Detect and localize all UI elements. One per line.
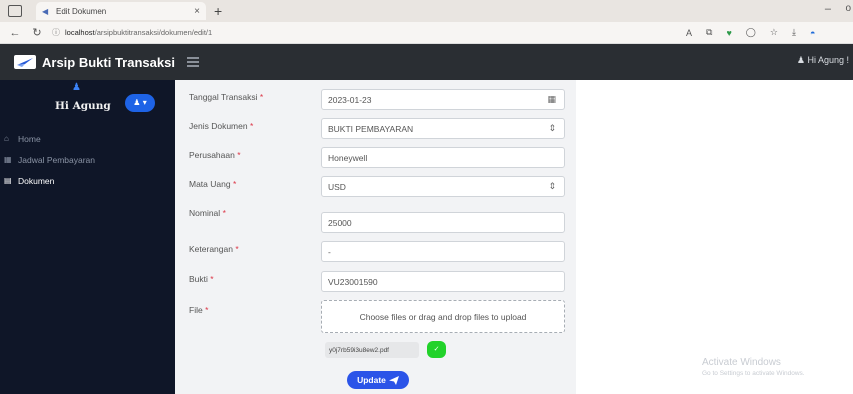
top-navbar: Arsip Bukti Transaksi ♟ Hi Agung !	[0, 44, 853, 80]
uploaded-file-name: y0j7rb59i3u8ew2.pdf	[329, 346, 389, 354]
user-icon: ♟	[796, 55, 805, 65]
site-info-icon[interactable]: ⓘ	[52, 27, 60, 38]
mata-uang-label: Mata Uang *	[189, 179, 237, 189]
main-content: Tanggal Transaksi * 2023-01-23 ▦ Jenis D…	[175, 80, 853, 394]
sidebar-item-home[interactable]: ⌂ Home	[0, 128, 175, 149]
user-menu[interactable]: ♟ Hi Agung !	[797, 55, 849, 66]
bukti-input[interactable]: VU23001590	[321, 271, 565, 292]
browser-tab-bar: ◀ Edit Dokumen × + – o	[0, 0, 853, 22]
send-icon	[388, 375, 399, 385]
tanggal-label: Tanggal Transaksi *	[189, 92, 264, 102]
window-minimize-button[interactable]: –	[825, 3, 831, 15]
file-dropzone[interactable]: Choose files or drag and drop files to u…	[321, 300, 565, 333]
sidebar-profile: ♟ Hi Agung ♟ ▾	[0, 80, 175, 128]
chevron-down-icon: ▾	[142, 98, 147, 107]
tanggal-transaksi-input[interactable]: 2023-01-23 ▦	[321, 89, 565, 110]
tab-title: Edit Dokumen	[56, 6, 107, 16]
sidebar: ♟ Hi Agung ♟ ▾ ⌂ Home ▦ Jadwal Pembayara…	[0, 80, 175, 394]
address-bar-row: ← ↻ ⓘ localhost /arsipbuktitransaksi/dok…	[0, 22, 853, 44]
tab-actions-icon[interactable]	[8, 5, 22, 17]
tab-favicon-icon: ◀	[42, 6, 49, 16]
extension-icon[interactable]: ◯	[746, 27, 756, 38]
reader-view-icon[interactable]: ⧉	[706, 27, 712, 38]
favorites-star-icon[interactable]: ☆	[770, 27, 778, 38]
new-tab-button[interactable]: +	[214, 3, 222, 19]
sidebar-greeting: Hi Agung	[55, 100, 111, 112]
back-icon[interactable]: ←	[8, 27, 22, 39]
read-aloud-icon[interactable]: A	[686, 28, 692, 38]
sidebar-item-label: Jadwal Pembayaran	[18, 154, 96, 165]
window-control-icon[interactable]: o	[845, 3, 851, 14]
watermark-title: Activate Windows	[702, 357, 781, 368]
sidebar-item-dokumen[interactable]: ▤ Dokumen	[0, 170, 175, 191]
keterangan-input[interactable]: -	[321, 241, 565, 262]
select-arrows-icon: ⇕	[548, 123, 556, 133]
download-icon[interactable]: ⤓	[792, 27, 796, 38]
jenis-label: Jenis Dokumen *	[189, 121, 254, 131]
profile-extension-icon[interactable]: ◓	[810, 28, 815, 38]
uploaded-file-chip: y0j7rb59i3u8ew2.pdf	[325, 342, 419, 358]
jenis-dokumen-select[interactable]: BUKTI PEMBAYARAN ⇕	[321, 118, 565, 139]
profile-dropdown-button[interactable]: ♟ ▾	[125, 94, 155, 112]
document-icon: ▤	[4, 176, 12, 185]
sidebar-item-label: Home	[18, 133, 41, 144]
nominal-input[interactable]: 25000	[321, 212, 565, 233]
edit-document-form: Tanggal Transaksi * 2023-01-23 ▦ Jenis D…	[175, 80, 576, 394]
sidebar-item-jadwal-pembayaran[interactable]: ▦ Jadwal Pembayaran	[0, 149, 175, 170]
upload-success-icon: ✓	[427, 341, 446, 358]
menu-toggle-icon[interactable]	[187, 57, 199, 67]
brand[interactable]: Arsip Bukti Transaksi	[0, 44, 175, 80]
url-host: localhost	[65, 28, 95, 37]
calendar-icon[interactable]: ▦	[547, 94, 556, 105]
bukti-label: Bukti *	[189, 274, 214, 284]
url-field[interactable]: ⓘ localhost /arsipbuktitransaksi/dokumen…	[52, 25, 662, 41]
update-button[interactable]: Update	[347, 371, 409, 389]
user-avatar-icon: ♟	[72, 82, 81, 93]
select-arrows-icon: ⇕	[548, 181, 556, 191]
user-menu-label: Hi Agung !	[807, 55, 849, 65]
update-button-label: Update	[357, 375, 386, 385]
keterangan-label: Keterangan *	[189, 244, 239, 254]
calendar-icon: ▦	[4, 155, 12, 164]
nominal-label: Nominal *	[189, 208, 226, 218]
activate-windows-watermark: Activate Windows Go to Settings to activ…	[702, 357, 805, 377]
tab-close-icon[interactable]: ×	[194, 6, 200, 17]
mata-uang-select[interactable]: USD ⇕	[321, 176, 565, 197]
watermark-subtitle: Go to Settings to activate Windows.	[702, 370, 805, 377]
url-path: /arsipbuktitransaksi/dokumen/edit/1	[94, 28, 213, 37]
browser-tab[interactable]: ◀ Edit Dokumen ×	[36, 2, 206, 20]
perusahaan-label: Perusahaan *	[189, 150, 241, 160]
shield-extension-icon[interactable]: ♥	[726, 28, 731, 38]
brand-title: Arsip Bukti Transaksi	[42, 54, 175, 70]
file-label: File *	[189, 305, 209, 315]
refresh-icon[interactable]: ↻	[30, 26, 44, 39]
brand-logo-icon	[14, 55, 36, 69]
sidebar-item-label: Dokumen	[18, 175, 55, 186]
dropzone-text: Choose files or drag and drop files to u…	[359, 311, 527, 322]
home-icon: ⌂	[4, 134, 9, 143]
perusahaan-input[interactable]: Honeywell	[321, 147, 565, 168]
